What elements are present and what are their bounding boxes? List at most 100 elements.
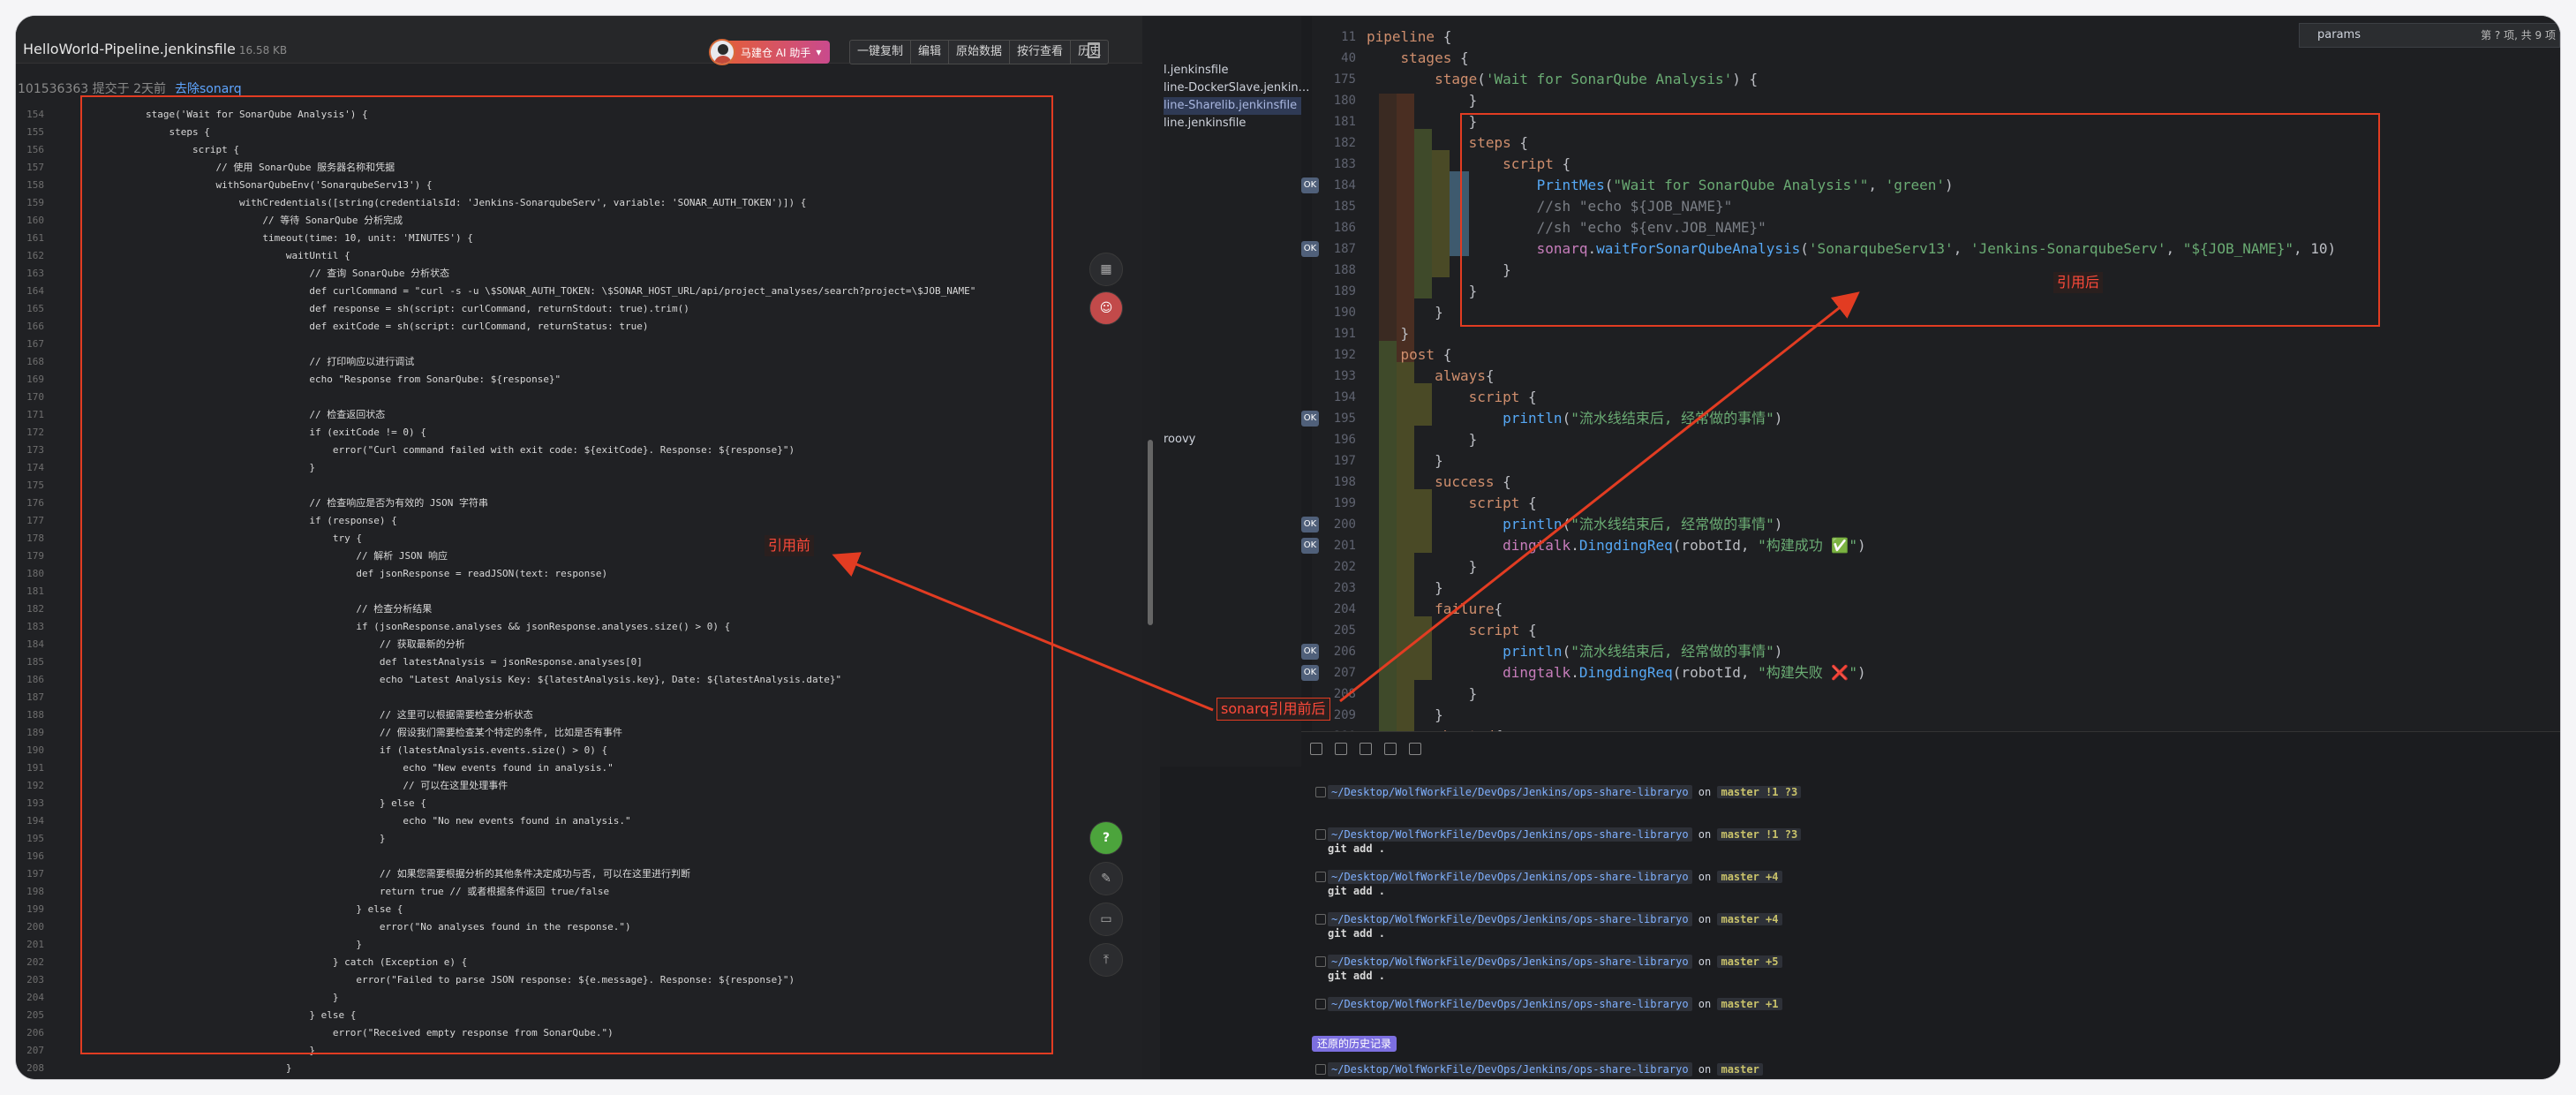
- commit-link[interactable]: 去除sonarq: [175, 82, 242, 96]
- line-number: 165: [26, 303, 44, 314]
- line-number: 204: [26, 992, 44, 1003]
- line-number: 208: [26, 1062, 44, 1074]
- list-icon[interactable]: [1335, 743, 1347, 755]
- gitee-file-panel: HelloWorld-Pipeline.jenkinsfile 16.58 KB …: [16, 16, 1142, 1079]
- file-item[interactable]: line.jenkinsfile: [1164, 115, 1246, 132]
- prompt-branch: master +1: [1717, 998, 1782, 1010]
- commit-text: 101536363 提交于 2天前: [18, 82, 166, 96]
- blame-button[interactable]: 按行查看: [1010, 41, 1072, 64]
- avatar: [709, 39, 735, 65]
- ok-badge: OK: [1301, 177, 1319, 193]
- line-number: 197: [1333, 454, 1356, 468]
- prompt-marker: [1315, 1064, 1326, 1075]
- terminal-prompt: ~/Desktop/WolfWorkFile/DevOps/Jenkins/op…: [1328, 785, 1802, 799]
- code-line: script {: [1468, 495, 1537, 511]
- terminal-prompt: ~/Desktop/WolfWorkFile/DevOps/Jenkins/op…: [1328, 955, 1782, 969]
- line-number: 190: [1333, 306, 1356, 320]
- help-icon[interactable]: ?: [1089, 821, 1123, 855]
- line-number: 191: [26, 762, 44, 774]
- terminal-panel[interactable]: ~/Desktop/WolfWorkFile/DevOps/Jenkins/op…: [1301, 731, 2560, 1079]
- line-number: 189: [26, 727, 44, 738]
- trash-icon[interactable]: [1088, 42, 1100, 58]
- file-item[interactable]: line-DockerSlave.jenkin…: [1164, 79, 1310, 97]
- line-number: 181: [26, 585, 44, 597]
- line-number: 11: [1341, 30, 1356, 44]
- ai-assistant[interactable]: 马建仓 AI 助手 ▾: [709, 39, 831, 65]
- line-number: 193: [26, 797, 44, 809]
- terminal-icon[interactable]: [1310, 743, 1322, 755]
- terminal-command: git add .: [1328, 885, 1386, 897]
- terminal-prompt: ~/Desktop/WolfWorkFile/DevOps/Jenkins/op…: [1328, 1062, 1763, 1076]
- line-number: 205: [26, 1009, 44, 1021]
- line-number: 192: [26, 780, 44, 791]
- line-number: 156: [26, 144, 44, 155]
- terminal-prompt: ~/Desktop/WolfWorkFile/DevOps/Jenkins/op…: [1328, 827, 1802, 842]
- line-number: 166: [26, 321, 44, 332]
- restore-history-label[interactable]: 还原的历史记录: [1312, 1036, 1397, 1052]
- edit-button[interactable]: 编辑: [911, 41, 950, 64]
- line-number: 184: [26, 638, 44, 650]
- find-bar[interactable]: params 第 ? 项, 共 9 项: [2299, 23, 2560, 48]
- prompt-path: ~/Desktop/WolfWorkFile/DevOps/Jenkins/op…: [1328, 1062, 1692, 1076]
- back-to-top-icon[interactable]: ⤒: [1089, 943, 1123, 977]
- annotation-after: 引用后: [2053, 272, 2104, 293]
- project-tree: l.jenkinsfile line-DockerSlave.jenkin… l…: [1160, 16, 1310, 766]
- file-size: 16.58 KB: [238, 44, 288, 57]
- prompt-branch: master !1 ?3: [1717, 828, 1802, 841]
- prompt-on: on: [1691, 786, 1718, 798]
- annotation-center: sonarq引用前后: [1216, 698, 1330, 721]
- code-line: pipeline {: [1367, 28, 1452, 45]
- file-item-selected[interactable]: line-Sharelib.jenkinsfile: [1164, 97, 1301, 115]
- chevron-down-icon: ▾: [816, 46, 822, 58]
- code-line: success {: [1435, 473, 1511, 490]
- code-line: println("流水线结束后, 经常做的事情"): [1503, 516, 1783, 532]
- line-number: 177: [26, 515, 44, 526]
- line-number: 185: [1333, 200, 1356, 214]
- code-line: }: [1367, 706, 1443, 723]
- search-count: 第 ? 项, 共 9 项: [2481, 29, 2556, 42]
- line-number: 170: [26, 391, 44, 403]
- line-number: 192: [1333, 348, 1356, 362]
- ok-badge: OK: [1301, 644, 1319, 660]
- search-input[interactable]: params: [2317, 28, 2361, 42]
- line-number: 176: [26, 497, 44, 509]
- file-item[interactable]: roovy: [1164, 431, 1195, 449]
- qr-icon[interactable]: ▦: [1089, 253, 1123, 286]
- line-number: 196: [26, 850, 44, 862]
- prompt-branch: master +5: [1717, 955, 1782, 968]
- split-icon[interactable]: [1360, 743, 1372, 755]
- pin-icon[interactable]: [1409, 743, 1421, 755]
- prompt-branch: master !1 ?3: [1717, 786, 1802, 798]
- line-number: 168: [26, 356, 44, 367]
- line-number: 200: [26, 921, 44, 933]
- image-icon[interactable]: [1384, 743, 1397, 755]
- line-number: 180: [1333, 94, 1356, 108]
- prompt-path: ~/Desktop/WolfWorkFile/DevOps/Jenkins/op…: [1328, 997, 1692, 1011]
- ai-assistant-button[interactable]: 马建仓 AI 助手 ▾: [727, 41, 831, 64]
- line-number: 179: [26, 550, 44, 562]
- copy-button[interactable]: 一键复制: [850, 41, 912, 64]
- prompt-branch: master: [1717, 1063, 1763, 1076]
- code-line: }: [1367, 579, 1443, 596]
- ok-badge: OK: [1301, 411, 1319, 427]
- code-line: post {: [1400, 346, 1452, 363]
- prompt-marker: [1315, 829, 1326, 840]
- code-line: println("流水线结束后, 经常做的事情"): [1503, 643, 1783, 660]
- edit-icon[interactable]: ✎: [1089, 862, 1123, 895]
- line-number: 162: [26, 250, 44, 261]
- line-number: 202: [26, 956, 44, 968]
- ok-badge: OK: [1301, 538, 1319, 554]
- line-gutter: 11 40 175 180 181 182 183 184 185 186 187 188 189 190…: [1312, 16, 1361, 744]
- line-number: 186: [26, 674, 44, 685]
- raw-button[interactable]: 原始数据: [949, 41, 1011, 64]
- line-number: 175: [1333, 72, 1356, 87]
- line-number: 199: [26, 903, 44, 915]
- file-item[interactable]: l.jenkinsfile: [1164, 62, 1229, 79]
- mascot-icon[interactable]: ☺: [1089, 291, 1123, 325]
- prompt-on: on: [1691, 828, 1718, 841]
- line-number: 199: [1333, 496, 1356, 510]
- prompt-on: on: [1691, 955, 1718, 968]
- code-line: }: [1367, 92, 1478, 109]
- comment-icon[interactable]: ▭: [1089, 902, 1123, 936]
- scrollbar[interactable]: [1148, 440, 1153, 625]
